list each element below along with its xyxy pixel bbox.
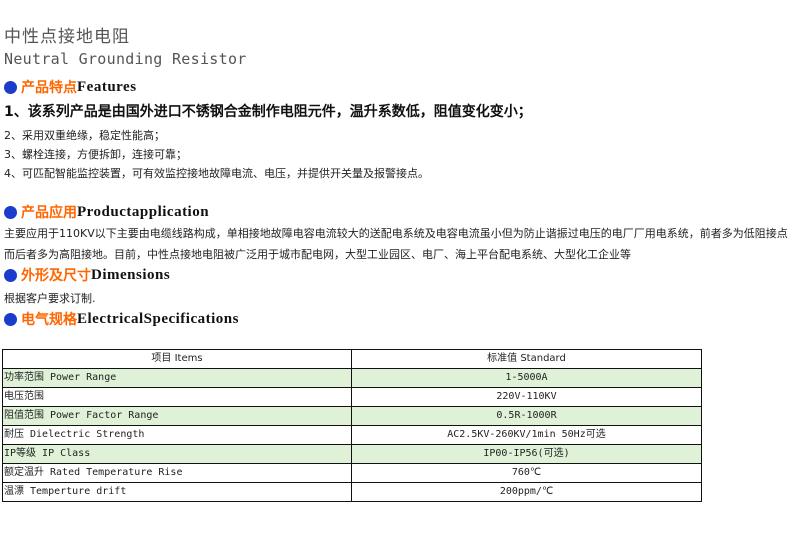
feature-item-2: 2、采用双重绝缘，稳定性能高； — [4, 129, 165, 142]
table-cell-value: 200ppm/℃ — [351, 482, 702, 502]
section-dimensions-header: 外形及尺寸 Dimensions — [4, 265, 170, 285]
table-cell-value: IP00-IP56(可选) — [351, 444, 702, 464]
section-dimensions-title-en: Dimensions — [91, 266, 171, 283]
section-electrical-title-en: ElectricalSpecifications — [77, 310, 239, 327]
table-cell-item: 电压范围 — [2, 387, 352, 407]
table-row: 温漂 Temperture drift 200ppm/℃ — [2, 482, 702, 502]
section-application-header: 产品应用 Productapplication — [4, 202, 209, 222]
table-row: 阻值范围 Power Factor Range 0.5R-1000R — [2, 406, 702, 426]
table-cell-value: 0.5R-1000R — [351, 406, 702, 426]
blue-dot-icon — [4, 80, 17, 94]
section-features-title-cn: 产品特点 — [21, 80, 77, 96]
table-cell-value: AC2.5KV-260KV/1min 50Hz可选 — [351, 425, 702, 445]
table-cell-item: 阻值范围 Power Factor Range — [2, 406, 352, 426]
application-text: 主要应用于110KV以下主要由电缆线路构成，单相接地故障电容电流较大的送配电系统… — [4, 227, 788, 261]
table-cell-item: 功率范围 Power Range — [2, 368, 352, 388]
spec-table-header-items: 项目 Items — [2, 349, 352, 369]
blue-dot-icon — [4, 268, 17, 282]
section-application-title-cn: 产品应用 — [21, 205, 77, 221]
section-electrical-title-cn: 电气规格 — [21, 312, 77, 328]
spec-table: 项目 Items 标准值 Standard 功率范围 Power Range 1… — [2, 349, 702, 502]
section-features-title-en: Features — [77, 78, 137, 95]
table-cell-value: 220V-110KV — [351, 387, 702, 407]
spec-table-header-standard: 标准值 Standard — [351, 349, 702, 369]
table-cell-value: 760℃ — [351, 463, 702, 483]
section-dimensions-title-cn: 外形及尺寸 — [21, 268, 91, 284]
page-title-cn: 中性点接地电阻 — [4, 27, 130, 47]
features-lead-text: 1、该系列产品是由国外进口不锈钢合金制作电阻元件，温升系数低，阻值变化变小； — [4, 104, 532, 120]
section-electrical-header: 电气规格 ElectricalSpecifications — [4, 309, 239, 329]
spec-table-header-row: 项目 Items 标准值 Standard — [2, 349, 702, 369]
product-page: 中性点接地电阻 Neutral Grounding Resistor 产品特点 … — [0, 0, 791, 554]
table-row: 额定温升 Rated Temperature Rise 760℃ — [2, 463, 702, 483]
section-application-title-en: Productapplication — [77, 203, 210, 220]
table-cell-item: 额定温升 Rated Temperature Rise — [2, 463, 352, 483]
table-cell-value: 1-5000A — [351, 368, 702, 388]
table-cell-item: 耐压 Dielectric Strength — [2, 425, 352, 445]
table-cell-item: IP等级 IP Class — [2, 444, 352, 464]
table-row: 功率范围 Power Range 1-5000A — [2, 368, 702, 388]
blue-dot-icon — [4, 205, 17, 219]
dimensions-text: 根据客户要求订制. — [4, 292, 96, 305]
blue-dot-icon — [4, 312, 17, 326]
page-title-en: Neutral Grounding Resistor — [4, 50, 247, 68]
table-row: IP等级 IP Class IP00-IP56(可选) — [2, 444, 702, 464]
feature-item-4: 4、可匹配智能监控装置，可有效监控接地故障电流、电压，并提供开关量及报警接点。 — [4, 167, 429, 180]
table-cell-item: 温漂 Temperture drift — [2, 482, 352, 502]
feature-item-3: 3、螺栓连接，方便拆卸，连接可靠； — [4, 148, 187, 161]
table-row: 耐压 Dielectric Strength AC2.5KV-260KV/1mi… — [2, 425, 702, 445]
section-features-header: 产品特点 Features — [4, 77, 137, 97]
table-row: 电压范围 220V-110KV — [2, 387, 702, 407]
